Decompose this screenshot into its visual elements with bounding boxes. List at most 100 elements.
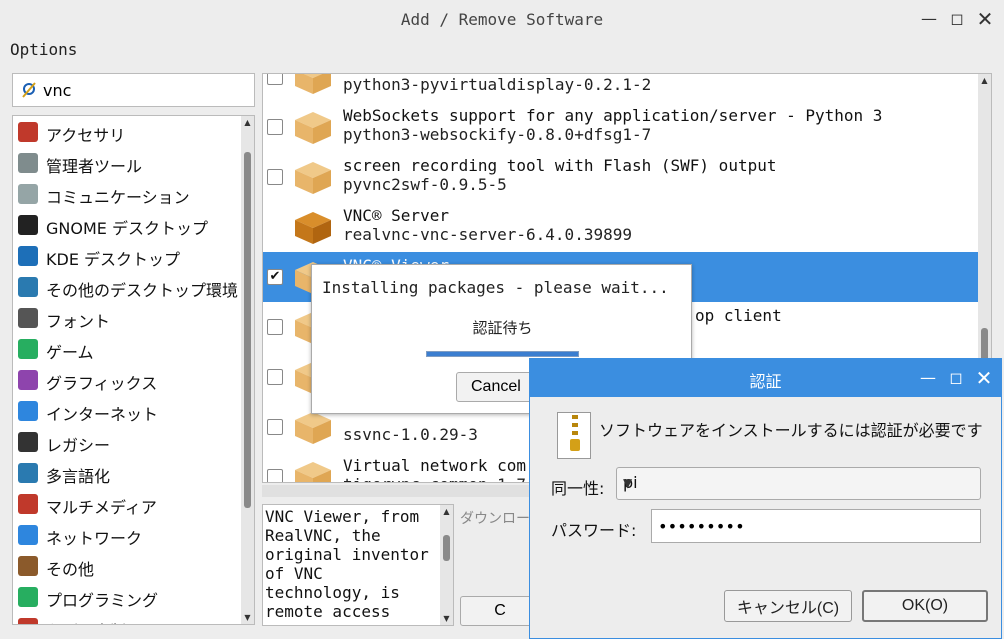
menu-options[interactable]: Options — [10, 40, 77, 59]
package-name: screen recording tool with Flash (SWF) o… — [343, 156, 777, 175]
legacy-icon — [18, 432, 38, 452]
package-id: python3-websockify-0.8.0+dfsg1-7 — [343, 125, 652, 144]
package-id: python3-pyvirtualdisplay-0.2.1-2 — [343, 75, 652, 94]
category-label: アクセサリ — [46, 126, 126, 145]
package-checkbox[interactable] — [267, 74, 283, 85]
category-item[interactable]: グラフィックス — [15, 365, 241, 396]
category-item[interactable]: アクセサリ — [15, 117, 241, 148]
category-item[interactable]: KDE デスクトップ — [15, 241, 241, 272]
package-name: Virtual network com — [343, 456, 527, 475]
window-title: Add / Remove Software — [400, 10, 604, 29]
auth-minimize-icon[interactable]: — — [917, 367, 939, 389]
package-description: VNC Viewer, from RealVNC, the original i… — [265, 507, 429, 621]
package-checkbox[interactable] — [267, 419, 283, 435]
auth-title-bar: 認証 — ◻ ✕ — [530, 359, 1001, 397]
category-item[interactable]: コミュニケーション — [15, 179, 241, 210]
games-icon — [18, 339, 38, 359]
category-label: コミュニケーション — [46, 188, 190, 207]
category-label: その他のデスクトップ環境 — [46, 281, 239, 300]
auth-ok-button[interactable]: OK(O) — [862, 590, 988, 622]
programming-icon — [18, 587, 38, 607]
auth-cancel-button[interactable]: キャンセル(C) — [724, 590, 852, 622]
auth-wait-status: 認証待ち — [472, 319, 533, 337]
category-item[interactable]: フォント — [15, 303, 241, 334]
category-label: 管理者ツール — [46, 157, 143, 176]
package-checkbox[interactable] — [267, 319, 283, 335]
category-item[interactable]: レガシー — [15, 427, 241, 458]
package-id: pyvnc2swf-0.9.5-5 — [343, 175, 507, 194]
category-label: ネットワーク — [46, 529, 143, 548]
category-item[interactable]: GNOME デスクトップ — [15, 210, 241, 241]
auth-close-icon[interactable]: ✕ — [973, 367, 995, 389]
password-label: パスワード: — [551, 521, 637, 540]
package-checkbox[interactable]: ✔ — [267, 269, 283, 285]
package-checkbox[interactable] — [267, 469, 283, 482]
category-label: 多言語化 — [46, 467, 111, 486]
package-checkbox[interactable] — [267, 169, 283, 185]
category-label: グラフィックス — [46, 374, 158, 393]
package-checkbox[interactable] — [267, 369, 283, 385]
package-icon — [295, 162, 331, 194]
menu-bar: Options — [0, 38, 1004, 62]
chevron-down-icon: ▼ — [623, 476, 633, 490]
category-item[interactable]: インターネット — [15, 396, 241, 427]
maximize-icon[interactable]: ◻ — [946, 8, 968, 30]
category-item[interactable]: 管理者ツール — [15, 148, 241, 179]
category-label: レガシー — [46, 436, 111, 455]
package-icon — [295, 212, 331, 244]
localization-icon — [18, 463, 38, 483]
fonts-icon — [18, 308, 38, 328]
misc-icon — [18, 556, 38, 576]
network-icon — [18, 525, 38, 545]
category-label: フォント — [46, 312, 111, 331]
category-item[interactable]: マルチメディア — [15, 489, 241, 520]
category-item[interactable]: その他 — [15, 551, 241, 582]
search-box — [12, 73, 255, 107]
category-item[interactable]: プログラミング — [15, 582, 241, 613]
description-scrollbar[interactable]: ▲ ▼ — [440, 505, 453, 625]
communication-icon — [18, 184, 38, 204]
description-box: VNC Viewer, from RealVNC, the original i… — [262, 504, 454, 626]
package-id: tigervnc-common-1.7 — [343, 475, 526, 482]
close-icon[interactable]: ✕ — [974, 8, 996, 30]
accessories-icon — [18, 122, 38, 142]
auth-message: ソフトウェアをインストールするには認証が必要です — [599, 421, 983, 440]
desktop-icon — [18, 277, 38, 297]
package-name: VNC® Server — [343, 206, 449, 225]
category-label: マルチメディア — [46, 498, 157, 517]
bottom-button[interactable]: C — [460, 596, 540, 626]
package-icon — [295, 112, 331, 144]
category-item[interactable]: 印刷・出版 — [15, 613, 241, 624]
auth-maximize-icon[interactable]: ◻ — [945, 367, 967, 389]
search-icon — [22, 82, 36, 98]
category-item[interactable]: その他のデスクトップ環境 — [15, 272, 241, 303]
multimedia-icon — [18, 494, 38, 514]
package-row[interactable]: WebSockets support for any application/s… — [263, 102, 979, 152]
category-item[interactable]: ネットワーク — [15, 520, 241, 551]
category-list: アクセサリ管理者ツールコミュニケーション GNOME デスクトップ KDE デスクト… — [12, 115, 255, 625]
package-row[interactable]: VNC® Server realvnc-vnc-server-6.4.0.3989… — [263, 202, 979, 252]
identity-select[interactable]: pi ▼ — [616, 467, 981, 500]
category-label: その他 — [46, 560, 95, 579]
archive-icon — [557, 412, 591, 459]
package-id: realvnc-vnc-server-6.4.0.39899 — [343, 225, 632, 244]
category-label: インターネット — [46, 405, 159, 424]
package-row[interactable]: python3-pyvirtualdisplay-0.2.1-2 — [263, 74, 979, 102]
admin-tools-icon — [18, 153, 38, 173]
category-item[interactable]: 多言語化 — [15, 458, 241, 489]
package-row[interactable]: screen recording tool with Flash (SWF) o… — [263, 152, 979, 202]
password-field[interactable] — [651, 509, 981, 543]
search-input[interactable] — [43, 79, 243, 101]
package-id: ssvnc-1.0.29-3 — [343, 425, 478, 444]
category-item[interactable]: ゲーム — [15, 334, 241, 365]
category-label: 印刷・出版 — [46, 618, 126, 624]
printing-icon — [18, 618, 38, 624]
package-icon — [295, 462, 331, 482]
auth-dialog: 認証 — ◻ ✕ ソフトウェアをインストールするには認証が必要です 同一性: p… — [529, 358, 1002, 639]
package-icon — [295, 74, 331, 94]
category-scrollbar[interactable]: ▲ ▼ — [241, 116, 254, 624]
package-checkbox[interactable] — [267, 119, 283, 135]
graphics-icon — [18, 370, 38, 390]
installing-title: Installing packages - please wait... — [322, 278, 669, 297]
minimize-icon[interactable]: — — [918, 8, 940, 30]
